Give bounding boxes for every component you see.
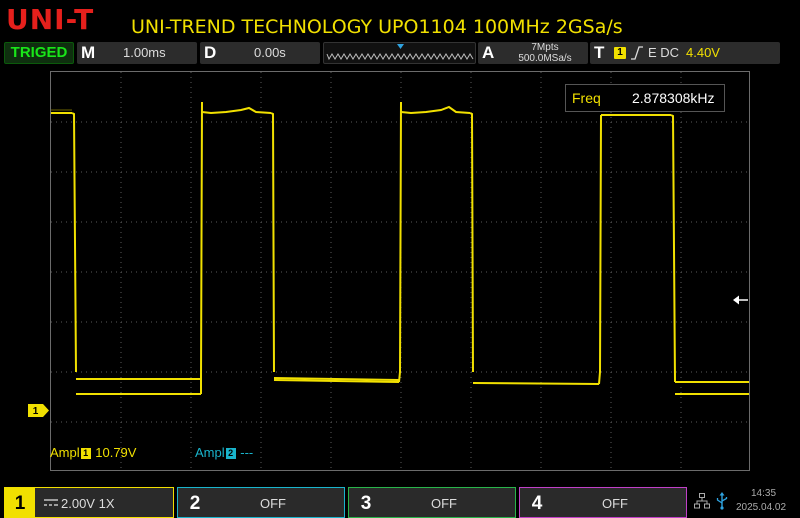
channel-1-number: 1	[5, 488, 35, 518]
acquisition-letter: A	[482, 43, 495, 62]
trigger-control[interactable]: T 1 E DC 4.40V	[590, 42, 780, 64]
channel-4-setting: OFF	[602, 496, 628, 511]
ch1-trace-edge-7	[670, 114, 676, 383]
ch1-amplitude-readout[interactable]: Ampl 1 10.79V	[50, 445, 136, 460]
ch1-trace-high-2	[201, 106, 272, 115]
brand-logo: UNI-T	[6, 3, 95, 36]
clock-time: 14:35	[751, 488, 777, 499]
ch1-trace-high-3	[400, 105, 471, 115]
timebase-letter: M	[81, 43, 96, 62]
channel-4-number: 4	[531, 493, 543, 514]
ch1-trace-edge-1	[71, 112, 77, 373]
ampl1-channel-badge: 1	[80, 448, 91, 459]
ampl2-value: ---	[240, 445, 254, 460]
memory-waveform-overview-icon	[326, 44, 474, 61]
channel-4-button[interactable]: 4 OFF	[519, 487, 687, 518]
timebase-control[interactable]: M 1.00ms	[77, 42, 197, 64]
trigger-coupling: E DC	[648, 45, 680, 60]
channel-2-number: 2	[189, 493, 201, 514]
channel-3-button[interactable]: 3 OFF	[348, 487, 516, 518]
ch2-amplitude-readout[interactable]: Ampl 2 ---	[195, 445, 253, 460]
freq-label: Freq	[572, 90, 601, 106]
channel-1-button[interactable]: 1 2.00V 1X	[4, 487, 174, 518]
ch1-trace-edge-2	[200, 101, 203, 394]
frequency-measurement[interactable]: Freq 2.878308kHz	[565, 84, 725, 112]
channel-2-button[interactable]: 2 OFF	[177, 487, 345, 518]
ch1-waveform	[51, 101, 749, 395]
waveform-display[interactable]	[50, 71, 750, 471]
network-icon[interactable]	[694, 493, 710, 509]
channel-3-setting: OFF	[431, 496, 457, 511]
ch1-marker-label: 1	[33, 406, 39, 417]
timebase-value: 1.00ms	[123, 45, 166, 60]
memory-overview[interactable]	[323, 42, 476, 64]
status-bar: TRIGED M 1.00ms D 0.00s A 7Mpts 500.0MSa…	[0, 40, 800, 64]
memory-depth: 7Mpts	[531, 42, 559, 53]
ch1-trace-low-3	[472, 382, 600, 385]
dc-coupling-icon	[44, 499, 58, 506]
channel-bar: 1 2.00V 1X 2 OFF 3 OFF 4 OFF 14:35 2025.…	[0, 485, 800, 518]
rising-edge-icon	[631, 46, 643, 60]
channel-2-setting: OFF	[260, 496, 286, 511]
delay-value: 0.00s	[254, 45, 286, 60]
trigger-level-arrow-icon[interactable]	[733, 294, 749, 306]
sample-rate: 500.0MSa/s	[518, 53, 572, 64]
acquisition-control[interactable]: A 7Mpts 500.0MSa/s	[478, 42, 588, 64]
ampl2-channel-badge: 2	[225, 448, 236, 459]
clock-date: 2025.04.02	[736, 502, 787, 513]
usb-icon[interactable]	[715, 492, 729, 510]
ampl1-label: Ampl	[50, 445, 80, 460]
trigger-level-value: 4.40V	[686, 45, 720, 60]
freq-value: 2.878308kHz	[632, 90, 715, 106]
delay-letter: D	[204, 43, 217, 62]
header: UNI-T UNI-TREND TECHNOLOGY UPO1104 100MH…	[0, 0, 800, 40]
trigger-letter: T	[594, 43, 605, 62]
ch1-trace-edge-3	[270, 112, 275, 373]
ch1-trace-edge-4	[398, 101, 402, 383]
trigger-status-badge[interactable]: TRIGED	[4, 42, 74, 64]
channel-3-number: 3	[360, 493, 372, 514]
delay-control[interactable]: D 0.00s	[200, 42, 320, 64]
ch1-trace-edge-6	[598, 114, 602, 385]
trigger-source-badge: 1	[614, 47, 626, 59]
channel-1-setting: 2.00V 1X	[61, 496, 115, 511]
ch1-trace-edge-5	[469, 112, 474, 373]
instrument-model: UNI-TREND TECHNOLOGY UPO1104 100MHz 2GSa…	[131, 16, 623, 38]
ampl2-label: Ampl	[195, 445, 225, 460]
ch1-offset-marker[interactable]: 1	[28, 404, 49, 417]
ampl1-value: 10.79V	[95, 445, 137, 460]
